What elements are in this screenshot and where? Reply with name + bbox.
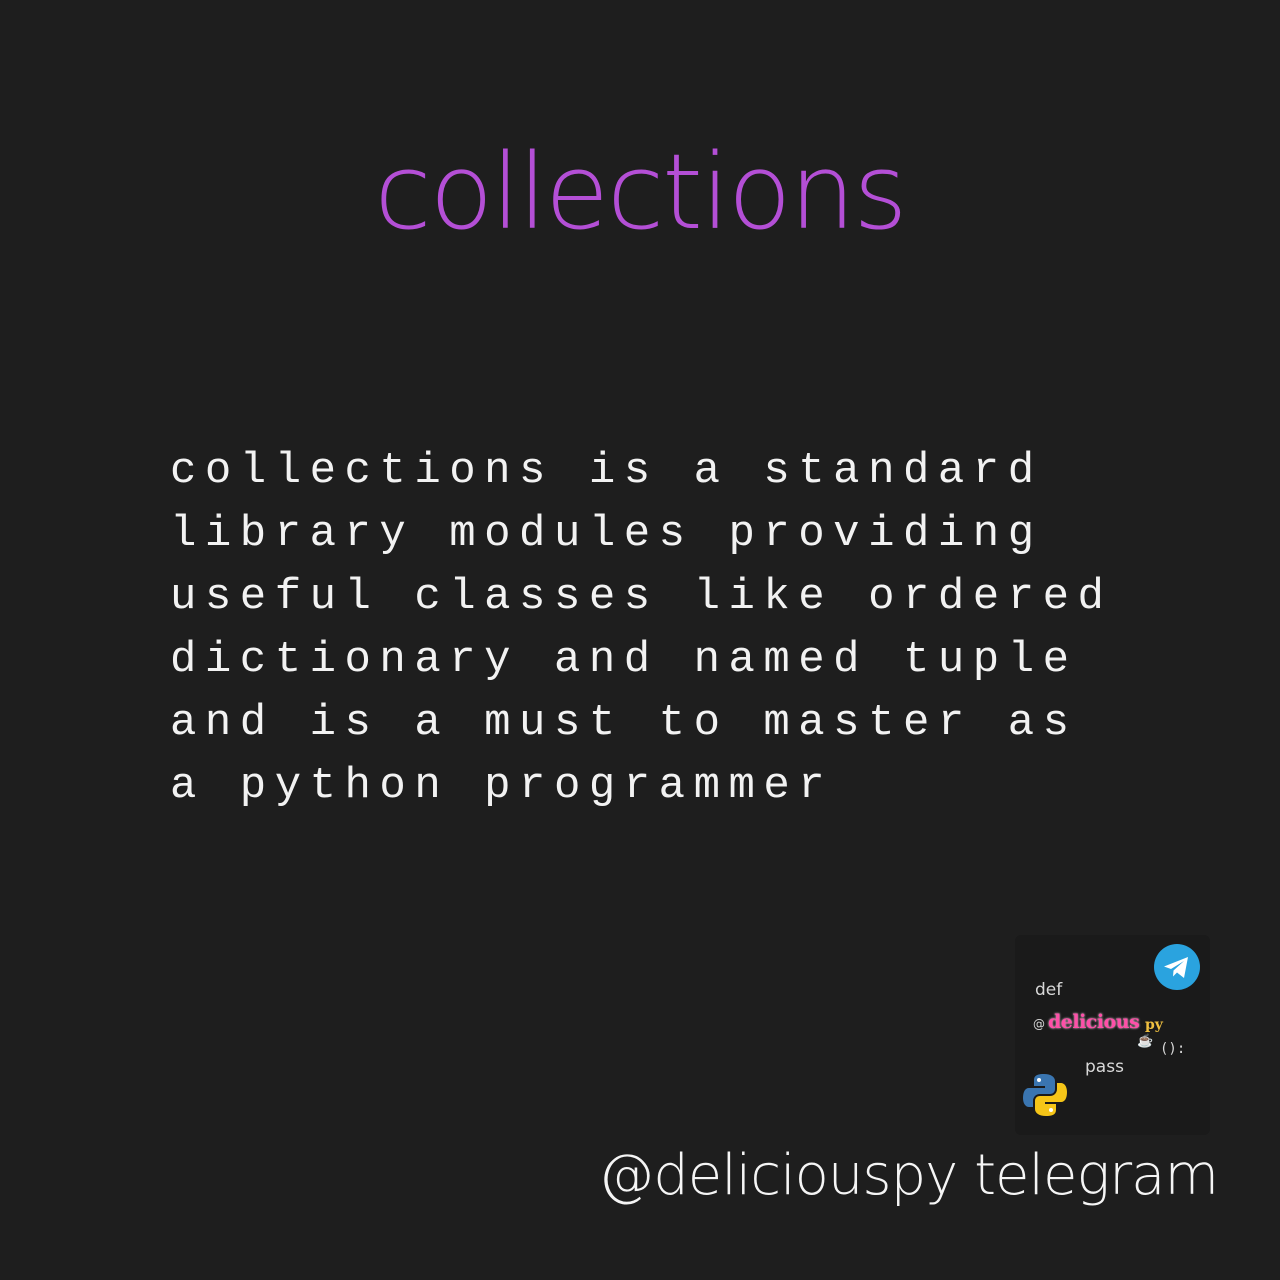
coffee-cup-icon: ☕ [1137, 1033, 1154, 1048]
description-line: collections is a standard [170, 446, 1043, 496]
description-text: collections is a standard library module… [170, 440, 1180, 818]
footer-handle: @deliciouspy telegram [598, 1143, 1219, 1208]
description-line: useful classes like ordered [170, 572, 1113, 622]
post-canvas: collections collections is a standard li… [0, 0, 1280, 1280]
logo-pass-keyword: pass [1085, 1057, 1124, 1077]
logo-def-keyword: def [1035, 980, 1063, 1000]
description-line: a python programmer [170, 761, 834, 811]
description-line: library modules providing [170, 509, 1043, 559]
logo-parens: (): [1160, 1041, 1186, 1057]
logo-brand-name: delicious [1048, 1011, 1140, 1033]
logo-at-symbol: @ [1033, 1017, 1045, 1031]
telegram-icon [1154, 944, 1200, 990]
python-icon [1023, 1074, 1067, 1116]
page-title: collections [374, 131, 907, 253]
deliciouspy-logo: def @ delicious py ☕ (): pass [1015, 935, 1210, 1135]
description-line: and is a must to master as [170, 698, 1078, 748]
logo-brand-suffix: py [1145, 1017, 1163, 1033]
description-line: dictionary and named tuple [170, 635, 1078, 685]
